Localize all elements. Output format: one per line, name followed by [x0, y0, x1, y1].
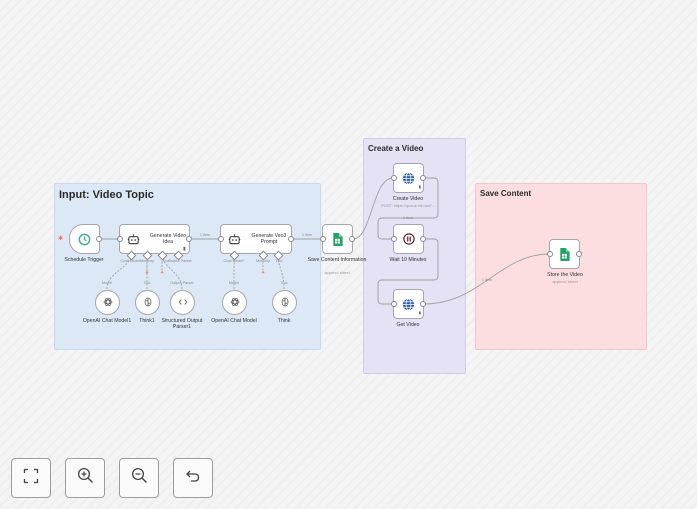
undo-button[interactable]: [173, 458, 213, 498]
add-parser-icon[interactable]: ✦: [160, 270, 164, 276]
node-save-content-information[interactable]: [320, 224, 355, 254]
code-icon: [178, 294, 188, 312]
port-label: Memory: [140, 259, 154, 263]
input-handle[interactable]: [391, 236, 397, 242]
google-sheets-icon: [323, 225, 352, 253]
input-handle[interactable]: [218, 236, 224, 242]
node-structured-output-parser-1[interactable]: [170, 290, 195, 315]
robot-icon: [126, 232, 140, 246]
node-create-video[interactable]: ▮: [391, 163, 426, 193]
edge-label: 1 item: [301, 233, 313, 237]
node-label: Structured Output Parser1: [161, 318, 203, 330]
edge-label: 1 item: [481, 278, 493, 282]
robot-icon: [227, 232, 241, 246]
node-label: Think1: [139, 318, 155, 324]
zoom-in-icon: [77, 467, 94, 489]
node-wait-10-minutes[interactable]: [391, 224, 426, 254]
node-subtitle: append: sheet: [552, 279, 578, 284]
subnode-port-label: Model: [101, 281, 113, 285]
port-label: Chat Model*: [223, 259, 245, 263]
subnode-port-label: Model: [228, 281, 240, 285]
node-label: Get Video: [396, 322, 420, 328]
zoom-in-button[interactable]: [65, 458, 105, 498]
input-handle[interactable]: [320, 236, 326, 242]
input-handle[interactable]: [117, 236, 123, 242]
node-think-1[interactable]: [135, 290, 160, 315]
node-schedule-trigger[interactable]: [69, 224, 102, 254]
subnode-port-label: Output Parser: [170, 281, 194, 285]
port-label: Tool: [275, 259, 283, 263]
input-handle[interactable]: [391, 175, 397, 181]
node-store-the-video[interactable]: [547, 239, 582, 269]
zoom-out-button[interactable]: [119, 458, 159, 498]
input-handle[interactable]: [547, 251, 553, 257]
node-label: Generate Video Idea: [149, 233, 187, 245]
output-handle[interactable]: [420, 236, 426, 242]
node-flask-icon: ▮: [418, 310, 421, 315]
node-subtitle: POST: https://queue.fal.run/f...: [381, 203, 435, 208]
port-label: Memory: [256, 259, 270, 263]
pause-icon: [394, 225, 423, 253]
node-label: Generate Veo3 Prompt: [251, 233, 287, 245]
add-memory-icon[interactable]: ✦: [145, 270, 149, 276]
openai-icon: [103, 294, 113, 312]
node-label: Store the Video: [547, 272, 583, 278]
input-handle[interactable]: [391, 301, 397, 307]
output-handle[interactable]: [420, 301, 426, 307]
node-think[interactable]: [272, 290, 297, 315]
node-label: OpenAI Chat Model1: [82, 318, 132, 324]
output-handle[interactable]: [186, 236, 192, 242]
node-label: Save Content Information: [307, 257, 367, 263]
port-label: Output Parser: [168, 259, 192, 263]
workflow-canvas[interactable]: Input: Video Topic Create a Video Save C…: [0, 0, 697, 509]
node-label: Think: [277, 318, 291, 324]
node-label: OpenAI Chat Model: [211, 318, 257, 324]
flask-icon: ▮: [183, 246, 186, 252]
add-memory-icon[interactable]: ✦: [261, 270, 265, 276]
output-handle[interactable]: [349, 236, 355, 242]
port-label: Chat Model*: [120, 259, 142, 263]
connections-layer: [101, 177, 550, 305]
subnode-port-label: Tool: [280, 281, 288, 285]
output-handle[interactable]: [288, 236, 294, 242]
output-handle[interactable]: [420, 175, 426, 181]
clock-icon: [70, 225, 99, 253]
node-openai-chat-model[interactable]: [222, 290, 247, 315]
edge-save-to-create: [352, 177, 394, 240]
brain-icon: [280, 294, 290, 312]
zoom-out-icon: [131, 467, 148, 489]
google-sheets-icon: [550, 240, 579, 268]
fit-view-icon: [23, 468, 39, 489]
fit-view-button[interactable]: [11, 458, 51, 498]
brain-icon: [143, 294, 153, 312]
output-handle[interactable]: [576, 251, 582, 257]
node-subtitle: append: sheet: [324, 270, 350, 275]
edge-label: 1 item: [199, 233, 211, 237]
node-openai-chat-model-1[interactable]: [95, 290, 120, 315]
node-label: Schedule Trigger: [64, 257, 104, 263]
subnode-port-label: Tool: [143, 281, 151, 285]
node-label: Create Video: [392, 196, 424, 202]
node-generate-veo3-prompt[interactable]: Generate Veo3 Prompt: [218, 224, 294, 254]
trigger-bolt-icon: ✱: [58, 236, 64, 242]
edge-label: 1 item: [402, 216, 414, 220]
openai-icon: [230, 294, 240, 312]
node-label: Wait 10 Minutes: [389, 257, 427, 263]
node-flask-icon: ▮: [418, 184, 421, 189]
undo-icon: [185, 468, 201, 489]
node-generate-video-idea[interactable]: Generate Video Idea: [117, 224, 192, 254]
output-handle[interactable]: [96, 236, 102, 242]
node-get-video[interactable]: ▮: [391, 289, 426, 319]
